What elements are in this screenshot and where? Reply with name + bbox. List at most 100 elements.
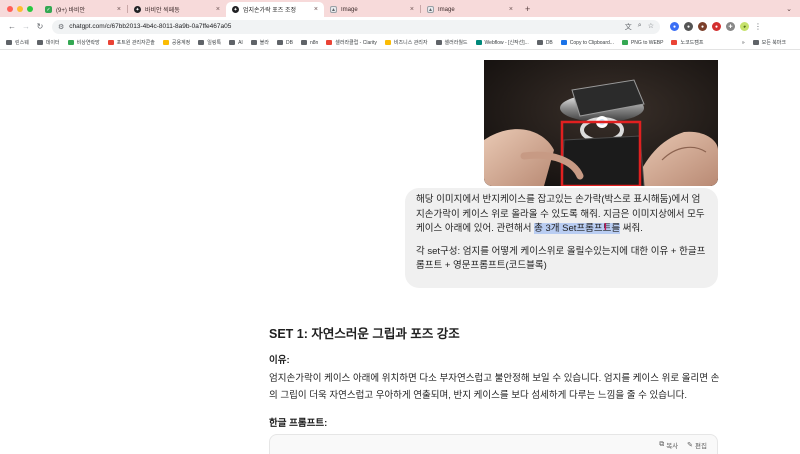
user-message-paragraph-2: 각 set구성: 엄지를 어떻게 케이스위로 올릴수있는지에 대한 이유 + 한… [416,245,706,272]
bookmark-label: 노코드캠프 [680,40,704,46]
bookmark-item[interactable]: 비상연락망 [67,39,100,46]
tab-5[interactable]: ▲ Image × [421,2,519,17]
address-bar[interactable]: ⚙ chatgpt.com/c/67bb2013-4b4c-8011-8a9b-… [52,19,660,34]
bookmarks-overflow-button[interactable]: » [742,40,745,46]
extension-icon[interactable]: ● [684,22,693,31]
bookmark-label: 포트원 관리자콘솔 [116,40,155,46]
extension-icon[interactable]: ● [712,22,721,31]
bookmark-star-icon[interactable]: ☆ [648,22,654,32]
minimize-window-button[interactable] [17,5,23,12]
site-favicon-icon [536,40,543,45]
bookmark-item[interactable]: DB [536,39,553,46]
site-info-icon[interactable]: ⚙ [58,23,64,31]
site-favicon-icon [560,40,567,45]
bookmark-label: 데이터 [45,40,60,46]
tab-strip: ✓ (9+) 바비안 × ✦ 바비안 씩페동 × ✦ 엄지손가락 포즈 조정 ×… [0,0,800,17]
site-favicon-icon [67,40,74,45]
bookmark-item[interactable]: 블라 [250,39,269,46]
site-favicon-icon [475,40,482,45]
bookmark-label: 비즈니스 관리자 [393,40,428,46]
bookmark-label: n8n [309,39,319,46]
selected-text-highlight: 총 3개 Set프롬프트를 [534,223,621,234]
bookmark-item[interactable]: 일링톡 [198,39,221,46]
tab-title: Image [438,6,455,13]
text-cursor-icon: I [604,222,607,233]
bookmark-item[interactable]: Copy to Clipboard... [560,40,614,46]
image-favicon-icon: ▲ [330,6,337,13]
bookmark-label: DB [286,39,293,46]
tab-3-active[interactable]: ✦ 엄지손가락 포즈 조정 × [226,2,324,17]
maximize-window-button[interactable] [27,5,33,12]
bookmark-item[interactable]: 셀러라월드 [435,39,468,46]
new-tab-button[interactable]: + [519,4,536,14]
close-tab-icon[interactable]: × [212,6,220,13]
tab-2[interactable]: ✦ 바비안 씩페동 × [128,2,226,17]
bookmark-label: DB [545,39,553,46]
edit-label: 편집 [695,443,707,450]
bookmark-label: 린스웨 [15,40,29,46]
bookmark-item[interactable]: PNG to WEBP [621,40,663,46]
forward-arrow-icon[interactable]: → [20,21,32,33]
close-tab-icon[interactable]: × [113,6,121,13]
bookmark-item[interactable]: 셀러라클럽 - Clarity [326,39,377,46]
bookmark-item[interactable]: AI [229,40,243,46]
profile-avatar[interactable]: ◕ [740,22,749,31]
tab-search-chevron-icon[interactable]: ⌄ [786,5,800,13]
folder-icon [435,40,442,45]
bookmarks-right: » 모든 북마크 [742,39,794,47]
edit-icon: ✎ [687,442,694,449]
folder-icon [6,40,12,45]
site-favicon-icon [107,40,114,45]
bookmark-item[interactable]: 포트원 관리자콘솔 [107,39,155,46]
translate-icon[interactable]: 文 [625,22,632,32]
bookmark-label: 셀러라클럽 - Clarity [335,40,377,46]
close-tab-icon[interactable]: × [505,6,513,13]
zoom-icon[interactable]: ⌕ [638,22,642,32]
chat-page: 해당 이미지에서 반지케이스를 잡고있는 손가락(박스로 표시해둠)에서 엄지손… [0,50,800,454]
site-favicon-icon [250,40,257,45]
bookmark-item[interactable]: 린스웨 [6,39,29,46]
bookmark-item[interactable]: n8n [300,39,319,46]
reload-icon[interactable]: ↻ [34,21,46,33]
chatgpt-favicon-icon: ✦ [232,6,239,13]
uploaded-image[interactable] [484,60,718,186]
bookmark-item[interactable]: 비즈니스 관리자 [384,39,428,46]
puzzle-extensions-icon[interactable]: ✚ [726,22,735,31]
extension-icon[interactable]: ● [698,22,707,31]
korean-prompt-label: 한글 프롬프트: [269,418,328,429]
bookmark-item[interactable]: Webflow - [신작선]... [475,39,529,46]
ring-case-photo [484,60,718,186]
bookmark-label: 셀러라월드 [444,40,468,46]
chatgpt-favicon-icon: ✦ [134,6,141,13]
reason-label: 이유: [269,355,290,366]
bookmark-label: 일링톡 [207,40,222,46]
bookmark-item[interactable]: 데이터 [36,39,60,46]
close-tab-icon[interactable]: × [406,6,414,13]
close-window-button[interactable] [7,5,13,12]
site-favicon-icon [671,40,678,45]
bookmark-label: AI [238,39,243,46]
more-menu-icon[interactable]: ⋮ [754,22,762,31]
tab-title: (9+) 바비안 [56,8,86,14]
folder-icon [752,40,759,45]
bookmarks-bar: 린스웨 데이터 비상연락망 포트원 관리자콘솔 공용계정 일링톡 AI 블라 DB n8n 셀러라클… [0,36,800,50]
extension-icon[interactable]: ● [670,22,679,31]
bookmark-label: 비상연락망 [76,40,100,46]
copy-label: 복사 [666,443,679,450]
message-text: 써줘. [620,223,643,234]
edit-button[interactable]: ✎ 편집 [687,440,707,450]
bookmark-item[interactable]: DB [277,40,293,46]
tab-favicon-icon: ✓ [45,6,52,13]
back-arrow-icon[interactable]: ← [6,21,18,33]
set-heading: SET 1: 자연스러운 그립과 포즈 강조 [269,327,460,341]
tab-4[interactable]: ▲ Image × [324,2,420,17]
window-controls [0,0,39,17]
bookmark-item[interactable]: 공용계정 [162,39,190,46]
bookmark-item[interactable]: 노코드캠프 [671,39,704,46]
copy-button[interactable]: ⧉ 복사 [659,440,678,450]
all-bookmarks-button[interactable]: 모든 북마크 [752,39,786,46]
close-tab-icon[interactable]: × [310,6,318,13]
tab-1[interactable]: ✓ (9+) 바비안 × [39,2,127,17]
folder-icon [300,40,307,45]
navigation-bar: ← → ↻ ⚙ chatgpt.com/c/67bb2013-4b4c-8011… [0,17,800,36]
